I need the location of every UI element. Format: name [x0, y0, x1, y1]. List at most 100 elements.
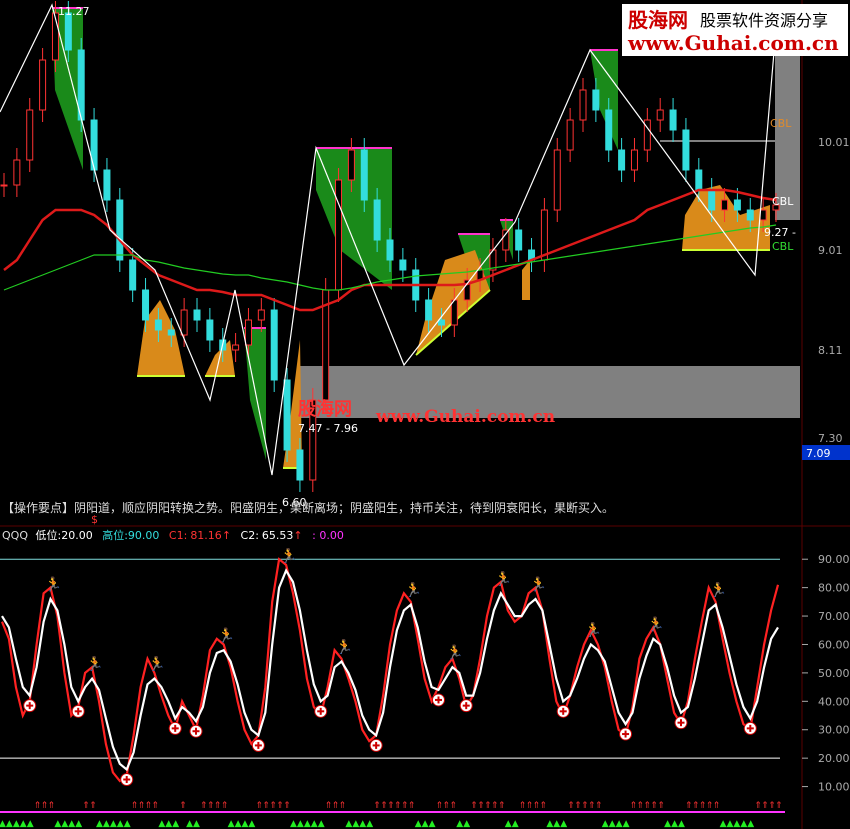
- right-value-annotation: 9.27 -: [764, 226, 796, 239]
- sell-runner-marker: 🏃: [148, 656, 165, 673]
- strip-up-arrow: ⇑: [408, 801, 416, 811]
- strip-up-arrow: ⇑: [657, 801, 665, 811]
- candle-body: [669, 109, 677, 131]
- candle-body: [13, 159, 21, 186]
- strip-up-arrow: ⇑: [713, 801, 721, 811]
- cbl-upper-label: CBL: [770, 117, 792, 130]
- strip-up-arrow: ⇑: [151, 801, 159, 811]
- candle-body: [270, 309, 278, 381]
- price-tick-7-30: 7.30: [818, 432, 843, 445]
- candle-body: [540, 209, 548, 261]
- indicator-name: QQQ: [2, 529, 28, 542]
- candle-body: [244, 319, 252, 346]
- strip-up-arrow: ⇑: [48, 801, 56, 811]
- extra-value: : 0.00: [312, 529, 344, 542]
- strip-green-marker: ▲: [623, 819, 630, 829]
- sell-runner-marker: 🏃: [86, 656, 103, 673]
- indicator-tick-label: 40.00: [818, 695, 850, 708]
- strip-up-arrow: ⇑: [283, 801, 291, 811]
- c2-label: C2:: [241, 529, 259, 542]
- indicator-tick-label: 70.00: [818, 610, 850, 623]
- c2-value: 65.53: [262, 529, 294, 542]
- watermark-url: www.Guhai.com.cn: [627, 31, 839, 55]
- indicator-tick-label: 60.00: [818, 638, 850, 651]
- strip-green-marker: ▲: [318, 819, 325, 829]
- high-price-annotation: 11.27: [58, 5, 90, 18]
- strip-green-marker: ▲: [124, 819, 131, 829]
- cbl-lower-label: CBL: [772, 240, 794, 253]
- strip-up-arrow: ⇑: [221, 801, 229, 811]
- sell-runner-marker: 🏃: [585, 621, 602, 638]
- indicator-tick-label: 20.00: [818, 752, 850, 765]
- strip-green-marker: ▲: [193, 819, 200, 829]
- price-tick-10-01: 10.01: [818, 136, 850, 149]
- strip-up-arrow: ⇑: [179, 801, 187, 811]
- candle-body: [193, 309, 201, 321]
- sell-runner-marker: 🏃: [280, 548, 297, 565]
- current-price-label: 7.09: [806, 447, 831, 460]
- low-label: 低位:: [35, 528, 61, 542]
- indicator-tick-label: 80.00: [818, 582, 850, 595]
- high-value: 90.00: [128, 529, 160, 542]
- strip-up-arrow: ⇑: [595, 801, 603, 811]
- candle-body: [103, 169, 111, 201]
- watermark-url-overlay: www.Guhai.com.cn: [375, 407, 555, 427]
- candle-body: [630, 149, 638, 171]
- candle-body: [682, 129, 690, 171]
- candle-body: [566, 119, 574, 151]
- tip-body: 阴阳道，顺应阴阳转换之势。阳盛阴生，果断离场；阴盛阳生，持币关注，待到阴衰阳长，…: [74, 500, 614, 515]
- candle-body: [695, 169, 703, 191]
- candle-body: [386, 239, 394, 261]
- candle-body: [257, 309, 265, 321]
- low-value: 20.00: [61, 529, 93, 542]
- strip-green-marker: ▲: [678, 819, 685, 829]
- candle-body: [656, 109, 664, 121]
- sell-runner-marker: 🏃: [218, 627, 235, 644]
- indicator-tick-label: 10.00: [818, 781, 850, 794]
- candle-body: [167, 329, 175, 336]
- sell-runner-marker: 🏃: [45, 576, 62, 593]
- indicator-tick-label: 30.00: [818, 724, 850, 737]
- candle-body: [206, 319, 214, 341]
- candle-body: [360, 149, 368, 201]
- candle-body: [733, 199, 741, 211]
- candle-body: [0, 184, 8, 187]
- resistance-zone-box: [775, 40, 800, 220]
- indicator-tick-label: 90.00: [818, 553, 850, 566]
- strip-up-arrow: ⇑: [498, 801, 506, 811]
- candle-body: [180, 309, 188, 336]
- strip-green-marker: ▲: [172, 819, 179, 829]
- candle-body: [721, 199, 729, 211]
- c1-value: 81.16: [190, 529, 222, 542]
- operation-tip: 【操作要点】阴阳道，顺应阴阳转换之势。阳盛阴生，果断离场；阴盛阳生，持币关注，待…: [2, 500, 614, 515]
- sell-runner-marker: 🏃: [405, 582, 422, 599]
- candle-body: [746, 209, 754, 221]
- strip-green-marker: ▲: [463, 819, 470, 829]
- strip-green-marker: ▲: [512, 819, 519, 829]
- indicator-header: QQQ 低位:20.00 高位:90.00 C1: 81.16↑ C2: 65.53…: [2, 528, 344, 542]
- candle-body: [116, 199, 124, 261]
- candle-body: [142, 289, 150, 321]
- strip-green-marker: ▲: [248, 819, 255, 829]
- strip-green-marker: ▲: [429, 819, 436, 829]
- candle-body: [64, 12, 72, 51]
- zone-range-annotation: 7.47 - 7.96: [298, 422, 358, 435]
- price-tick-9-01: 9.01: [818, 244, 843, 257]
- strip-green-marker: ▲: [560, 819, 567, 829]
- sell-runner-marker: 🏃: [647, 616, 664, 633]
- candle-body: [437, 319, 445, 326]
- candle-body: [553, 149, 561, 211]
- strip-green-marker: ▲: [747, 819, 754, 829]
- candle-body: [39, 59, 47, 111]
- candle-body: [26, 109, 34, 161]
- strip-up-arrow: ⇑: [89, 801, 97, 811]
- candle-body: [605, 109, 613, 151]
- high-label: 高位:: [102, 528, 128, 542]
- sell-runner-marker: 🏃: [495, 570, 512, 587]
- strip-up-arrow: ⇑: [339, 801, 347, 811]
- strip-up-arrow: ⇑: [539, 801, 547, 811]
- c1-label: C1:: [169, 529, 187, 542]
- candle-body: [708, 189, 716, 211]
- candle-body: [373, 199, 381, 241]
- candle-body: [515, 229, 523, 251]
